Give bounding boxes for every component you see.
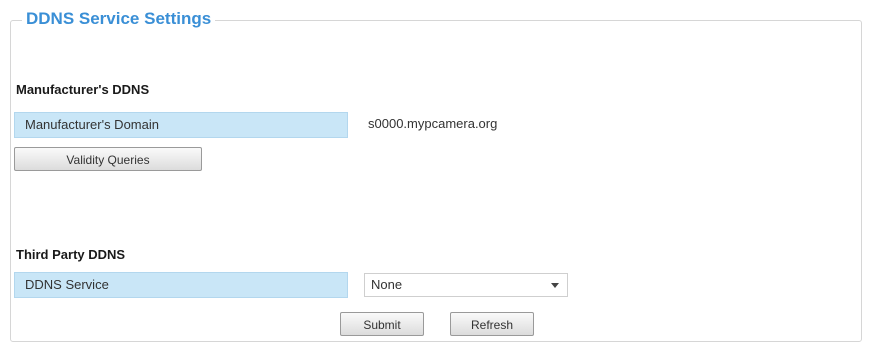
panel-legend: DDNS Service Settings [22, 9, 216, 29]
manufacturer-domain-label: Manufacturer's Domain [14, 112, 348, 138]
third-party-ddns-title: Third Party DDNS [16, 247, 126, 262]
ddns-service-select[interactable]: None [364, 273, 568, 297]
manufacturer-domain-value: s0000.mypcamera.org [368, 116, 498, 131]
ddns-service-selected-value: None [371, 277, 403, 292]
submit-button[interactable]: Submit [340, 312, 424, 336]
manufacturer-ddns-title: Manufacturer's DDNS [16, 82, 150, 97]
validity-queries-button[interactable]: Validity Queries [14, 147, 202, 171]
ddns-service-label: DDNS Service [14, 272, 348, 298]
refresh-button[interactable]: Refresh [450, 312, 534, 336]
chevron-down-icon [551, 283, 559, 288]
